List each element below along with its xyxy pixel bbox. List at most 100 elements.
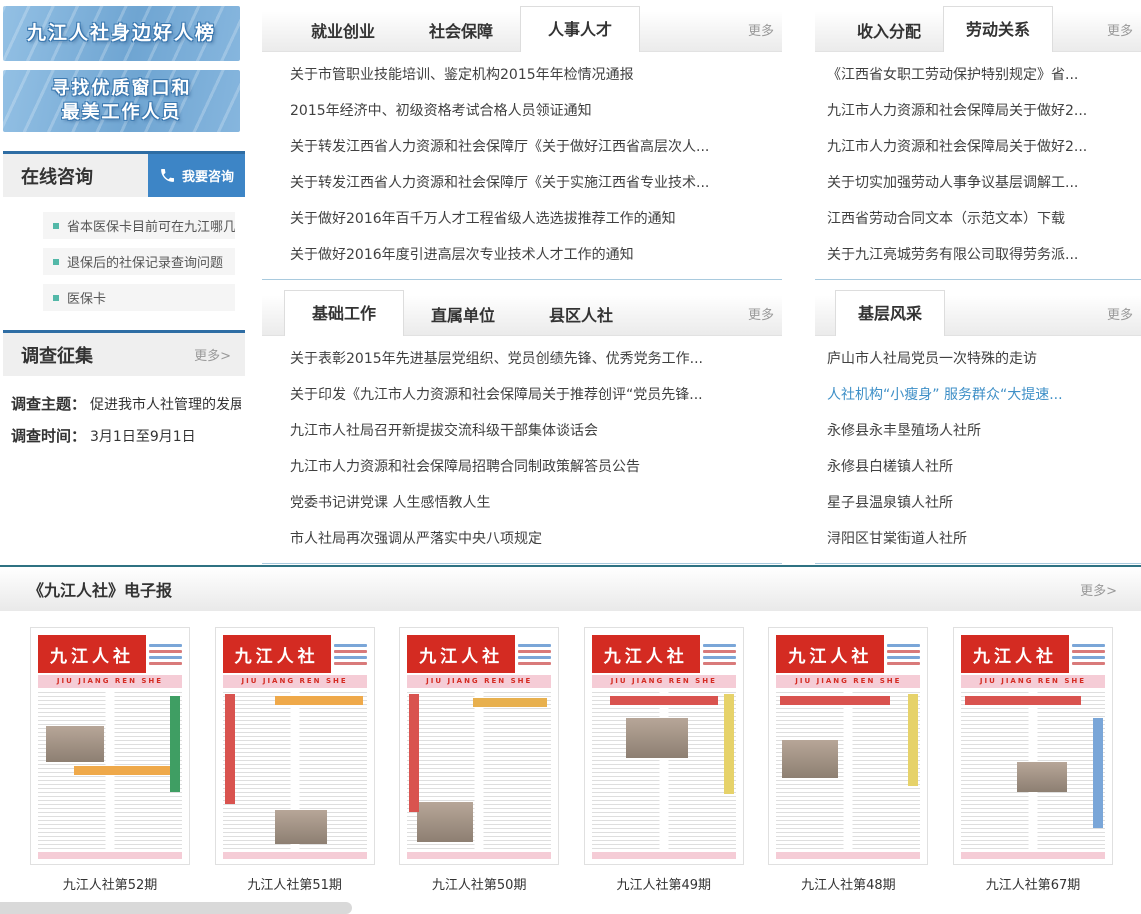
news-item[interactable]: 永修县永丰垦殖场人社所 (827, 413, 1141, 449)
epaper-caption[interactable]: 九江人社第50期 (399, 874, 559, 893)
tab-labor-relations[interactable]: 劳动关系 (943, 6, 1053, 52)
newspaper-body (592, 692, 736, 850)
consult-question-item[interactable]: 省本医保卡目前可在九江哪几家医... (43, 212, 235, 239)
newspaper-headline-bar (965, 696, 1081, 705)
newspaper-masthead: 九江人社 (961, 635, 1069, 673)
news-item[interactable]: 《江西省女职工劳动保护特别规定》省... (827, 57, 1141, 93)
survey-topic-value: 促进我市人社管理的发展 (90, 397, 241, 413)
newspaper-side-strip (409, 694, 419, 812)
newspaper-headline-bar (780, 696, 890, 705)
newspaper-preview-image: 九江人社 JIU JIANG REN SHE (953, 627, 1113, 865)
newspaper-masthead-en: JIU JIANG REN SHE (776, 675, 920, 688)
newspaper-photo (626, 718, 688, 758)
newspaper-side-strip (170, 696, 180, 792)
tab-social-security[interactable]: 社会保障 (402, 12, 520, 51)
survey-time-row: 调查时间：3月1日至9月1日 (11, 421, 241, 453)
news-item[interactable]: 星子县温泉镇人社所 (827, 485, 1141, 521)
epaper-thumbnail-issue-48[interactable]: 九江人社 JIU JIANG REN SHE 九江人社第48期 (768, 627, 928, 893)
tab-county-hr[interactable]: 县区人社 (522, 296, 640, 335)
newspaper-headline-bar (275, 696, 363, 705)
epaper-caption[interactable]: 九江人社第67期 (953, 874, 1113, 893)
epaper-thumbnail-issue-51[interactable]: 九江人社 JIU JIANG REN SHE 九江人社第51期 (215, 627, 375, 893)
newspaper-body (223, 692, 367, 850)
epaper-caption[interactable]: 九江人社第52期 (30, 874, 190, 893)
newspaper-infobox (146, 635, 182, 673)
newspaper-photo (417, 802, 473, 842)
basic-work-news-list: 关于表彰2015年先进基层党组织、党员创绩先锋、优秀党务工作... 关于印发《九… (262, 336, 782, 563)
square-bullet-icon (53, 223, 59, 229)
news-item[interactable]: 关于做好2016年百千万人才工程省级人选选拔推荐工作的通知 (290, 201, 782, 237)
newspaper-footer-band (38, 852, 182, 859)
news-item[interactable]: 市人社局再次强调从严落实中央八项规定 (290, 521, 782, 557)
tab-grassroots-style[interactable]: 基层风采 (835, 290, 945, 336)
news-item[interactable]: 关于切实加强劳动人事争议基层调解工... (827, 165, 1141, 201)
news-item[interactable]: 庐山市人社局党员一次特殊的走访 (827, 341, 1141, 377)
news-item[interactable]: 关于市管职业技能培训、鉴定机构2015年年检情况通报 (290, 57, 782, 93)
tab-affiliated-units[interactable]: 直属单位 (404, 296, 522, 335)
newspaper-photo (1017, 762, 1067, 792)
tab-income-distribution[interactable]: 收入分配 (835, 12, 943, 51)
banner-best-window-staff[interactable]: 寻找优质窗口和 最美工作人员 (3, 70, 240, 132)
news-item[interactable]: 关于印发《九江市人力资源和社会保障局关于推荐创评“党员先锋... (290, 377, 782, 413)
basic-work-more-link[interactable]: 更多 (748, 296, 782, 335)
news-item[interactable]: 关于做好2016年度引进高层次专业技术人才工作的通知 (290, 237, 782, 273)
news-item[interactable]: 永修县白槎镇人社所 (827, 449, 1141, 485)
consult-question-item[interactable]: 退保后的社保记录查询问题 (43, 248, 235, 275)
banner-good-people-list[interactable]: 九江人社身边好人榜 (3, 6, 240, 61)
news-item[interactable]: 浔阳区甘棠街道人社所 (827, 521, 1141, 557)
epaper-thumbnail-issue-49[interactable]: 九江人社 JIU JIANG REN SHE 九江人社第49期 (584, 627, 744, 893)
epaper-caption[interactable]: 九江人社第51期 (215, 874, 375, 893)
newspaper-body (776, 692, 920, 850)
epaper-thumbnail-row: 九江人社 JIU JIANG REN SHE 九江人社第52期 九江人社 JIU… (0, 611, 1141, 893)
epaper-more-link[interactable]: 更多> (1080, 580, 1131, 599)
news-item[interactable]: 关于九江亮城劳务有限公司取得劳务派... (827, 237, 1141, 273)
news-item[interactable]: 党委书记讲党课 人生感悟教人生 (290, 485, 782, 521)
news-item[interactable]: 江西省劳动合同文本（示范文本）下载 (827, 201, 1141, 237)
grassroots-news-list: 庐山市人社局党员一次特殊的走访 人社机构“小瘦身” 服务群众“大提速... 永修… (815, 336, 1141, 563)
employment-more-link[interactable]: 更多 (748, 12, 782, 51)
epaper-thumbnail-issue-50[interactable]: 九江人社 JIU JIANG REN SHE 九江人社第50期 (399, 627, 559, 893)
tab-employment[interactable]: 就业创业 (284, 12, 402, 51)
middle-column: 就业创业 社会保障 人事人才 更多 关于市管职业技能培训、鉴定机构2015年年检… (262, 6, 782, 565)
newspaper-footer-band (592, 852, 736, 859)
newspaper-masthead: 九江人社 (38, 635, 146, 673)
news-item[interactable]: 九江市人社局召开新提拔交流科级干部集体谈话会 (290, 413, 782, 449)
newspaper-photo (46, 726, 104, 762)
survey-topic-label: 调查主题： (11, 395, 86, 413)
newspaper-infobox (331, 635, 367, 673)
right-column: 收入分配 劳动关系 更多 《江西省女职工劳动保护特别规定》省... 九江市人力资… (815, 6, 1141, 565)
epaper-caption[interactable]: 九江人社第48期 (768, 874, 928, 893)
news-item[interactable]: 九江市人力资源和社会保障局招聘合同制政策解答员公告 (290, 449, 782, 485)
epaper-caption[interactable]: 九江人社第49期 (584, 874, 744, 893)
news-item[interactable]: 九江市人力资源和社会保障局关于做好2... (827, 93, 1141, 129)
tab-personnel-talent[interactable]: 人事人才 (520, 6, 640, 52)
online-consult-title: 在线咨询 (21, 163, 93, 189)
epaper-thumbnail-issue-67[interactable]: 九江人社 JIU JIANG REN SHE 九江人社第67期 (953, 627, 1113, 893)
news-item-highlighted[interactable]: 人社机构“小瘦身” 服务群众“大提速... (827, 377, 1141, 413)
news-item[interactable]: 九江市人力资源和社会保障局关于做好2... (827, 129, 1141, 165)
newspaper-masthead-en: JIU JIANG REN SHE (223, 675, 367, 688)
news-item[interactable]: 2015年经济中、初级资格考试合格人员领证通知 (290, 93, 782, 129)
newspaper-masthead-en: JIU JIANG REN SHE (592, 675, 736, 688)
ask-consult-button[interactable]: 我要咨询 (148, 154, 245, 197)
newspaper-body (38, 692, 182, 850)
survey-topic-row: 调查主题：促进我市人社管理的发展 (11, 389, 241, 421)
survey-more-link[interactable]: 更多> (194, 345, 245, 364)
news-item[interactable]: 关于表彰2015年先进基层党组织、党员创绩先锋、优秀党务工作... (290, 341, 782, 377)
epaper-title: 《九江人社》电子报 (28, 577, 172, 601)
epaper-thumbnail-issue-52[interactable]: 九江人社 JIU JIANG REN SHE 九江人社第52期 (30, 627, 190, 893)
labor-more-link[interactable]: 更多 (1107, 12, 1141, 51)
news-item[interactable]: 关于转发江西省人力资源和社会保障厅《关于实施江西省专业技术... (290, 165, 782, 201)
consult-question-item[interactable]: 医保卡 (43, 284, 235, 311)
grassroots-more-link[interactable]: 更多 (1107, 296, 1141, 335)
newspaper-preview-image: 九江人社 JIU JIANG REN SHE (399, 627, 559, 865)
news-item[interactable]: 关于转发江西省人力资源和社会保障厅《关于做好江西省高层次人... (290, 129, 782, 165)
newspaper-preview-image: 九江人社 JIU JIANG REN SHE (30, 627, 190, 865)
newspaper-infobox (1069, 635, 1105, 673)
ask-consult-label: 我要咨询 (182, 166, 234, 185)
consult-question-text: 省本医保卡目前可在九江哪几家医... (67, 216, 235, 235)
tab-basic-work[interactable]: 基础工作 (284, 290, 404, 336)
employment-news-list: 关于市管职业技能培训、鉴定机构2015年年检情况通报 2015年经济中、初级资格… (262, 52, 782, 279)
newspaper-masthead: 九江人社 (223, 635, 331, 673)
consult-question-text: 医保卡 (67, 288, 106, 307)
